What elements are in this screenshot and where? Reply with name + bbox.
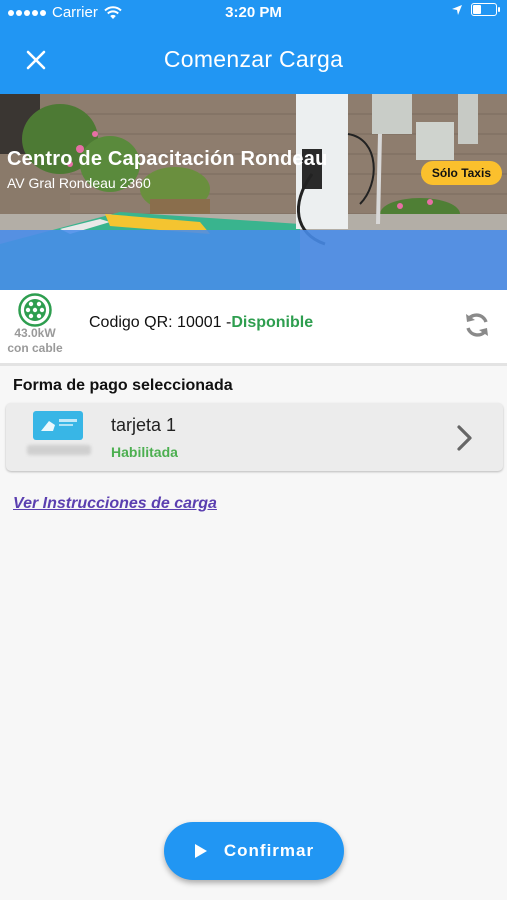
location-arrow-icon <box>452 4 462 15</box>
battery-icon <box>471 3 500 16</box>
chevron-right-icon <box>457 425 472 451</box>
play-icon <box>194 844 207 858</box>
connector-power: 43.0kW <box>14 326 56 340</box>
confirm-button[interactable]: Confirmar <box>164 822 344 880</box>
app-header: Carrier 3:20 PM Comenzar Carga <box>0 0 507 94</box>
instructions-link[interactable]: Ver Instrucciones de carga <box>13 495 217 513</box>
connector-row: 43.0kW con cable Codigo QR: 10001 -Dispo… <box>0 290 507 366</box>
card-thumbnail <box>33 411 83 440</box>
card-brand-icon <box>41 419 77 431</box>
refresh-icon[interactable] <box>462 310 492 340</box>
qr-code-label: Codigo QR: 10001 - <box>89 314 232 331</box>
taxi-only-badge: Sólo Taxis <box>420 161 502 185</box>
card-number-blurred <box>27 445 91 455</box>
station-address: AV Gral Rondeau 2360 <box>7 175 151 191</box>
status-bar: Carrier 3:20 PM <box>0 0 507 26</box>
connector-cable: con cable <box>7 341 63 355</box>
card-status: Habilitada <box>111 444 178 460</box>
payment-method-card[interactable]: tarjeta 1 Habilitada <box>6 403 503 471</box>
qr-code-line: Codigo QR: 10001 -Disponible <box>89 314 313 332</box>
card-name: tarjeta 1 <box>111 415 177 435</box>
clock: 3:20 PM <box>225 4 282 21</box>
station-info-band <box>0 230 507 290</box>
station-name: Centro de Capacitación Rondeau <box>7 148 328 170</box>
confirm-label: Confirmar <box>223 841 315 860</box>
payment-heading: Forma de pago seleccionada <box>13 377 233 394</box>
connector-status: Disponible <box>231 314 314 331</box>
page-title: Comenzar Carga <box>163 46 344 72</box>
station-photo <box>0 94 507 290</box>
connector-type2-icon <box>18 293 52 327</box>
